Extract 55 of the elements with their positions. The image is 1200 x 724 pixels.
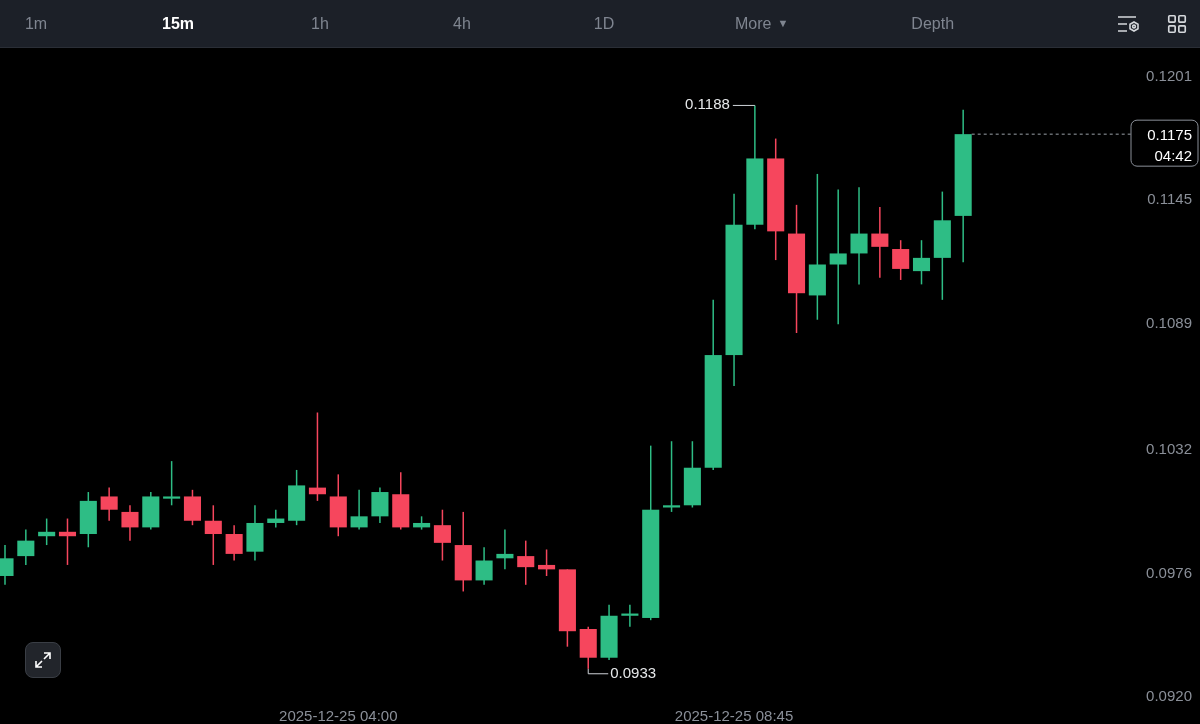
expand-icon [33,650,53,670]
candle [683,440,701,509]
leader-line [732,104,756,106]
interval-tab[interactable]: 4h [426,11,498,36]
price-axis-label: 0.0976 [1146,563,1192,581]
price-axis-label: 0.1145 [1147,190,1192,208]
candle [475,546,493,586]
candle [79,491,97,548]
fullscreen-button[interactable] [25,642,61,678]
price-axis-label: 0.1201 [1146,66,1192,84]
candle [246,504,264,562]
candle [912,239,931,286]
candle [17,528,35,566]
time-axis-label: 2025-12-25 04:00 [279,707,398,724]
candle [100,486,118,522]
candle [0,544,14,586]
candle [579,626,597,670]
candle [288,469,306,526]
candle [329,473,347,537]
candle [496,528,514,571]
price-axis-label: 0.1032 [1146,440,1192,458]
candle [204,504,222,566]
candle [392,471,410,531]
more-dropdown[interactable]: More ▼ [735,11,789,36]
candle [121,504,139,542]
candle [517,539,535,586]
interval-tab[interactable]: 1m [0,11,72,36]
high-price-label: 0.1188 [685,95,730,113]
candle [225,524,243,562]
grid-layout-icon[interactable] [1166,12,1188,35]
interval-tab[interactable]: 1h [284,11,356,36]
candle [58,517,77,566]
candle [371,486,389,524]
interval-tab[interactable]: 1D [568,11,640,36]
candle [413,515,431,531]
candle [183,489,201,526]
candle [267,508,285,529]
candle [621,603,639,628]
candle [38,517,56,546]
low-price-label: 0.0933 [610,663,657,681]
interval-tab[interactable]: 15m [142,11,214,36]
candle [350,489,368,531]
candle [142,491,160,531]
candle [163,460,181,507]
countdown-timer: 04:42 [1154,147,1192,165]
price-axis-label: 0.0920 [1146,687,1192,705]
candle [538,548,556,577]
depth-tab[interactable]: Depth [911,11,955,36]
candle [600,603,618,661]
time-axis-label: 2025-12-25 08:45 [674,707,794,724]
price-axis-label: 0.1089 [1146,314,1192,332]
leader-line [587,668,609,675]
candle [433,508,451,562]
candle [892,239,910,281]
last-price-value: 0.1175 [1147,126,1192,144]
